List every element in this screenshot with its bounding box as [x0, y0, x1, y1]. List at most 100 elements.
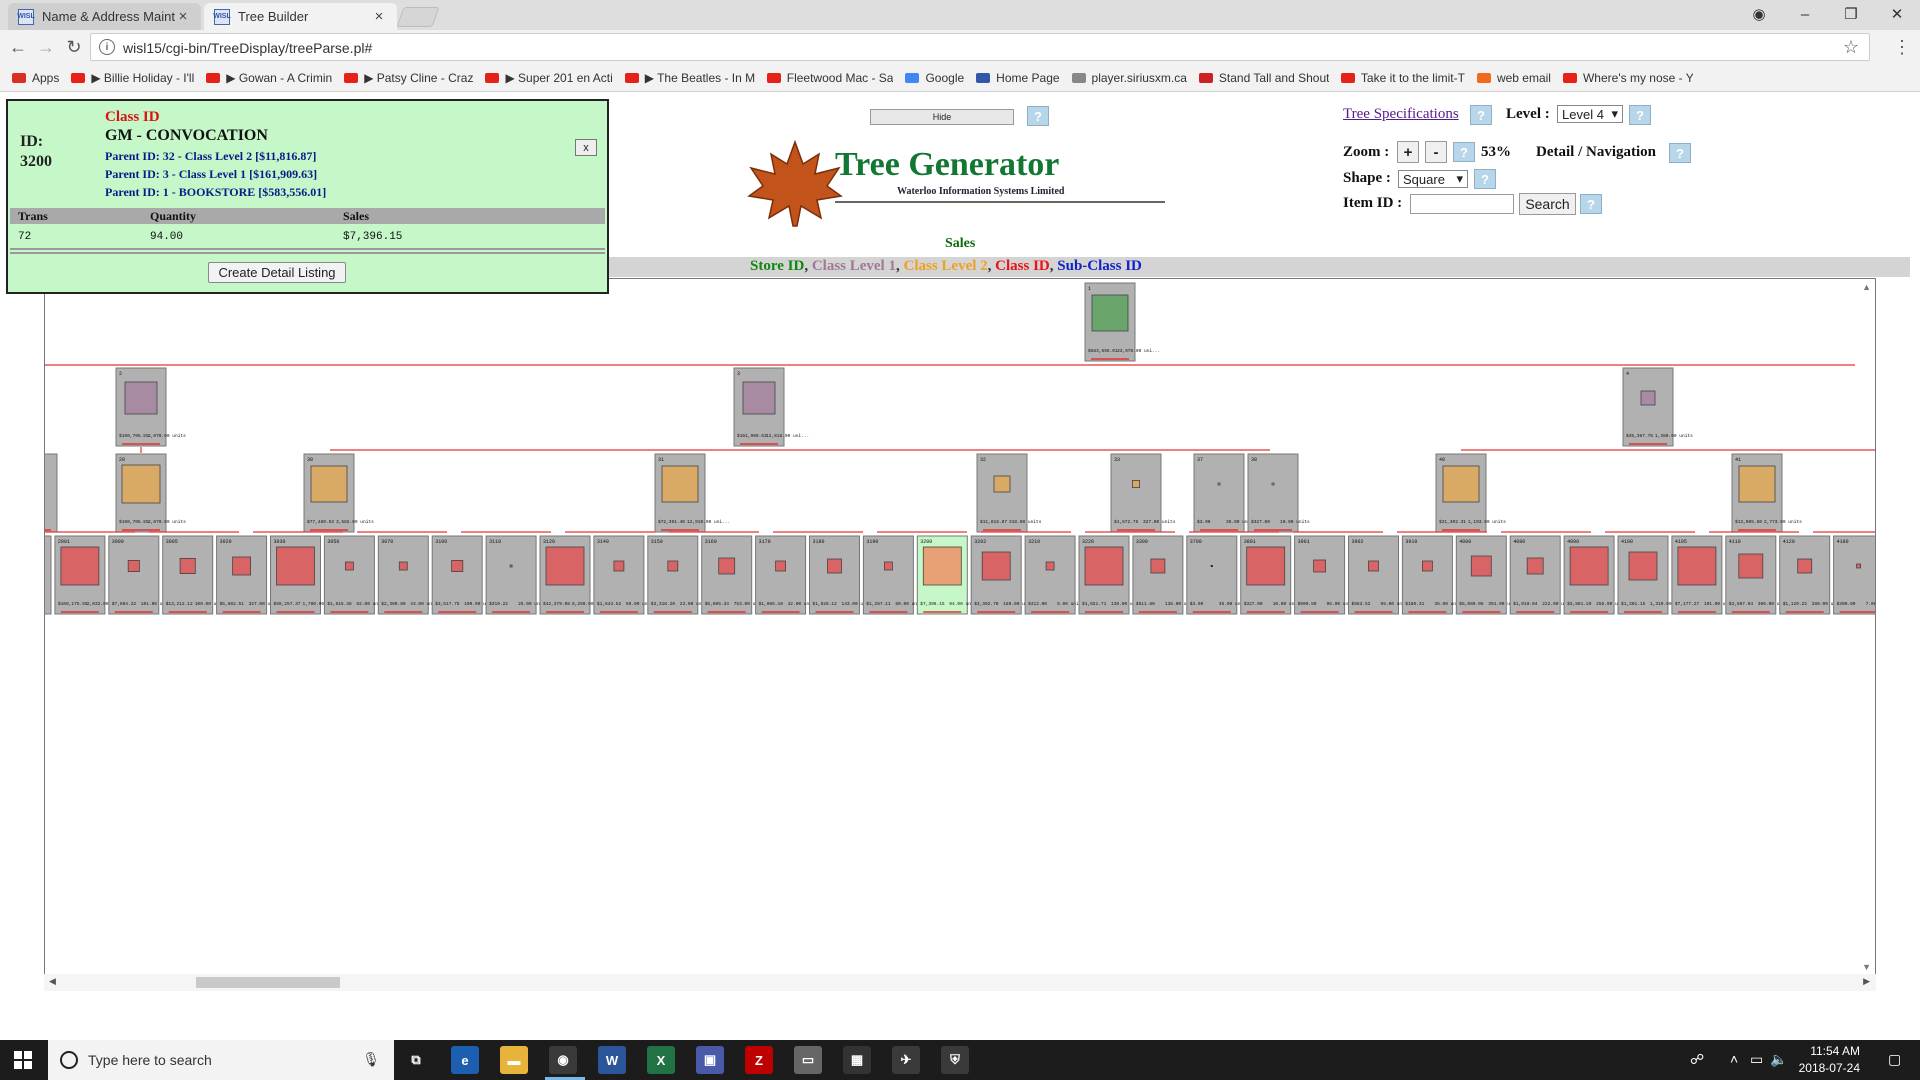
bookmark-star-icon[interactable]: ☆	[1843, 37, 1859, 58]
create-detail-listing-button[interactable]: Create Detail Listing	[208, 262, 346, 283]
horizontal-scrollbar[interactable]: ◀ ▶	[44, 974, 1876, 991]
apps-shortcut[interactable]: Apps	[12, 71, 59, 85]
shape-select[interactable]: Square ▾	[1398, 170, 1468, 188]
windows-start-icon[interactable]	[14, 1051, 32, 1069]
volume-icon[interactable]: 🔈	[1770, 1051, 1787, 1068]
photos-icon[interactable]: ▭	[794, 1046, 822, 1074]
reload-icon[interactable]: ↻	[62, 35, 86, 59]
tree-canvas[interactable]: 2001 $160,175.55 2,032.00 units 3000 $7,084.…	[44, 278, 1876, 991]
people-icon[interactable]: ☍	[1690, 1051, 1704, 1068]
scroll-left-arrow-icon[interactable]: ◀	[49, 976, 56, 987]
chevron-up-icon[interactable]: ˄	[1730, 1051, 1738, 1067]
help-button[interactable]: ?	[1027, 106, 1049, 126]
bookmark-item[interactable]: ▶ Super 201 en Acti	[485, 71, 613, 85]
node-id: 3	[737, 371, 740, 377]
bird-app-icon[interactable]: ✈	[892, 1046, 920, 1074]
search-button[interactable]: Search	[1519, 193, 1576, 215]
bookmark-item[interactable]: ▶ Gowan - A Crimin	[206, 71, 332, 85]
bookmark-item[interactable]: ▶ The Beatles - In M	[624, 71, 755, 85]
microphone-icon[interactable]: 🎙	[362, 1051, 380, 1068]
legend-items: Store ID, Class Level 1, Class Level 2, …	[750, 258, 1142, 275]
zoom-in-button[interactable]: +	[1397, 141, 1419, 163]
notifications-icon[interactable]: ▢	[1888, 1051, 1901, 1068]
chrome-icon[interactable]: ◉	[549, 1046, 577, 1074]
bookmark-item[interactable]: Where's my nose - Y	[1562, 71, 1693, 85]
help-button[interactable]: ?	[1669, 143, 1691, 163]
close-panel-button[interactable]: x	[575, 139, 597, 156]
node-square	[1091, 294, 1129, 332]
excel-icon[interactable]: X	[647, 1046, 675, 1074]
scrollbar-thumb[interactable]	[196, 977, 340, 988]
node-id: 2	[119, 371, 122, 377]
scroll-down-arrow-icon[interactable]: ▼	[1862, 962, 1871, 972]
node-id: 4180	[1837, 539, 1849, 545]
close-icon[interactable]: ×	[371, 8, 387, 25]
level-select[interactable]: Level 4 ▾	[1557, 105, 1623, 123]
menu-icon[interactable]: ⋮	[1890, 35, 1914, 59]
restore-icon[interactable]: ❐	[1828, 0, 1874, 28]
taskbar-search[interactable]: Type here to search 🎙	[48, 1040, 394, 1080]
bookmark-item[interactable]: player.siriusxm.ca	[1071, 71, 1187, 85]
node-value: $180.31	[1405, 601, 1424, 607]
node-id: 3000	[112, 539, 124, 545]
edge-icon[interactable]: e	[451, 1046, 479, 1074]
parent-line: Parent ID: 3 - Class Level 1 [$161,909.6…	[105, 167, 318, 181]
filezilla-icon[interactable]: Z	[745, 1046, 773, 1074]
bookmark-item[interactable]: web email	[1476, 71, 1551, 85]
bookmark-favicon-icon	[71, 72, 86, 83]
tree-node-level3[interactable]	[45, 535, 52, 615]
scroll-up-arrow-icon[interactable]: ▲	[1862, 282, 1871, 292]
tab-tree-builder[interactable]: WISL Tree Builder ×	[204, 3, 397, 30]
bookmark-item[interactable]: Take it to the limit-T	[1340, 71, 1465, 85]
forward-arrow-icon[interactable]: →	[34, 35, 58, 59]
level-legend: Store ID, Class Level 1, Class Level 2, …	[608, 257, 1910, 277]
shape-label: Shape :	[1343, 170, 1391, 186]
zoom-out-button[interactable]: -	[1425, 141, 1447, 163]
tree-node-level2[interactable]	[45, 453, 58, 533]
calculator-icon[interactable]: ▦	[843, 1046, 871, 1074]
file-explorer-icon[interactable]: ▬	[500, 1046, 528, 1074]
node-id: 3160	[705, 539, 717, 545]
bookmark-label: Fleetwood Mac - Sa	[786, 70, 894, 85]
bookmark-item[interactable]: Stand Tall and Shout	[1198, 71, 1329, 85]
node-id: 3180	[813, 539, 825, 545]
bookmark-item[interactable]: Google	[905, 71, 964, 85]
help-button[interactable]: ?	[1629, 105, 1651, 125]
profile-icon[interactable]: ◉	[1736, 0, 1782, 28]
info-icon[interactable]: i	[99, 39, 115, 55]
scroll-right-arrow-icon[interactable]: ▶	[1863, 976, 1870, 987]
bookmark-item[interactable]: Fleetwood Mac - Sa	[766, 70, 894, 85]
bookmark-item[interactable]: ▶ Billie Holiday - I'll	[71, 71, 194, 85]
node-value: $3,987.04	[1729, 601, 1754, 607]
node-value: $160,705.55	[119, 519, 149, 525]
clock-time[interactable]: 11:54 AM	[1810, 1044, 1860, 1058]
wisl-app-icon[interactable]: ▣	[696, 1046, 724, 1074]
minimize-icon[interactable]: –	[1782, 0, 1828, 28]
node-square	[1368, 560, 1379, 572]
close-icon[interactable]: ×	[175, 8, 191, 25]
shield-app-icon[interactable]: ⛨	[941, 1046, 969, 1074]
node-value: $1,528.12	[813, 601, 838, 607]
back-arrow-icon[interactable]: ←	[6, 35, 30, 59]
node-id: 3300	[1136, 539, 1148, 545]
tree-specifications-link[interactable]: Tree Specifications	[1343, 106, 1459, 123]
task-view-icon[interactable]: ⧉	[402, 1046, 430, 1074]
window-close-icon[interactable]: ✕	[1874, 0, 1920, 28]
help-button[interactable]: ?	[1580, 194, 1602, 214]
node-id: 3140	[597, 539, 609, 545]
bookmark-item[interactable]: Home Page	[976, 71, 1060, 85]
help-button[interactable]: ?	[1453, 142, 1475, 162]
hide-button[interactable]: Hide	[870, 109, 1014, 125]
item-id-input[interactable]	[1410, 194, 1514, 214]
help-button[interactable]: ?	[1470, 105, 1492, 125]
bookmark-label: Apps	[32, 70, 60, 85]
address-bar[interactable]: i wisl15/cgi-bin/TreeDisplay/treeParse.p…	[90, 33, 1870, 61]
word-icon[interactable]: W	[598, 1046, 626, 1074]
network-icon[interactable]: ▭	[1750, 1051, 1763, 1068]
new-tab-button[interactable]	[396, 7, 440, 27]
node-units: 327.00 units	[1143, 519, 1176, 525]
tab-name-address[interactable]: WISL Name & Address Mainte ×	[8, 3, 201, 30]
help-button[interactable]: ?	[1474, 169, 1496, 189]
clock-date[interactable]: 2018-07-24	[1799, 1061, 1860, 1075]
bookmark-item[interactable]: ▶ Patsy Cline - Craz	[344, 71, 473, 85]
